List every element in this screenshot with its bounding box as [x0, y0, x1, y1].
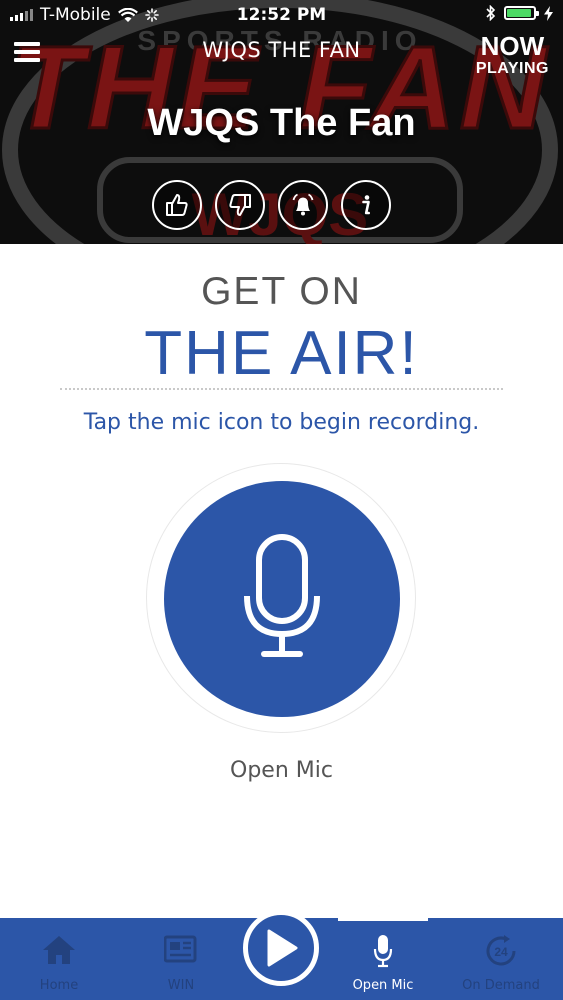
clock-24-icon: 24 — [486, 935, 516, 966]
info-button[interactable] — [341, 180, 391, 230]
tab-home[interactable]: Home — [14, 918, 104, 1000]
tab-open-mic[interactable]: Open Mic — [338, 918, 428, 1000]
tab-home-label: Home — [39, 978, 79, 993]
record-mic-button[interactable] — [164, 481, 400, 717]
battery-icon — [504, 6, 539, 20]
bell-icon — [292, 193, 314, 216]
now-playing-button[interactable]: NOW PLAYING — [476, 32, 549, 78]
status-time: 12:52 PM — [236, 5, 327, 25]
recording-instruction: Tap the mic icon to begin recording. — [83, 410, 480, 435]
tab-win-label: WIN — [167, 978, 195, 993]
charging-icon — [544, 5, 553, 21]
heading-the-air: THE AIR! — [144, 319, 419, 388]
open-mic-panel: GET ON THE AIR! Tap the mic icon to begi… — [0, 244, 563, 918]
thumbs-up-button[interactable] — [152, 180, 202, 230]
microphone-icon — [244, 534, 320, 657]
svg-text:24: 24 — [494, 945, 508, 959]
play-icon — [267, 929, 298, 967]
info-icon — [362, 195, 370, 215]
thumbs-up-icon — [166, 194, 188, 216]
tab-on-demand-label: On Demand — [462, 978, 540, 993]
thumbs-down-button[interactable] — [215, 180, 265, 230]
tab-on-demand[interactable]: 24 On Demand — [456, 918, 546, 1000]
dotted-divider — [60, 388, 503, 390]
station-title: WJQS The Fan — [147, 102, 416, 144]
tab-open-mic-label: Open Mic — [352, 978, 414, 993]
station-header-banner: SPORTS RADIO THE FAN WJQS T-Mobile 12:52… — [0, 0, 563, 244]
station-actions — [152, 180, 391, 230]
newspaper-icon — [164, 935, 197, 963]
home-icon — [43, 936, 75, 964]
mic-button-ring — [146, 463, 416, 733]
bottom-tab-bar: Home WIN Open Mic 24 On Demand — [0, 910, 563, 1000]
status-bar: T-Mobile 12:52 PM — [0, 0, 563, 30]
now-playing-line1: NOW — [480, 31, 545, 61]
alarm-button[interactable] — [278, 180, 328, 230]
bluetooth-icon — [486, 5, 496, 21]
mic-icon — [373, 935, 393, 968]
tab-win[interactable]: WIN — [136, 918, 226, 1000]
heading-get-on: GET ON — [201, 270, 362, 313]
now-playing-line2: PLAYING — [475, 60, 549, 77]
open-mic-label: Open Mic — [230, 758, 333, 783]
thumbs-down-icon — [229, 194, 251, 216]
play-button[interactable] — [243, 910, 319, 986]
